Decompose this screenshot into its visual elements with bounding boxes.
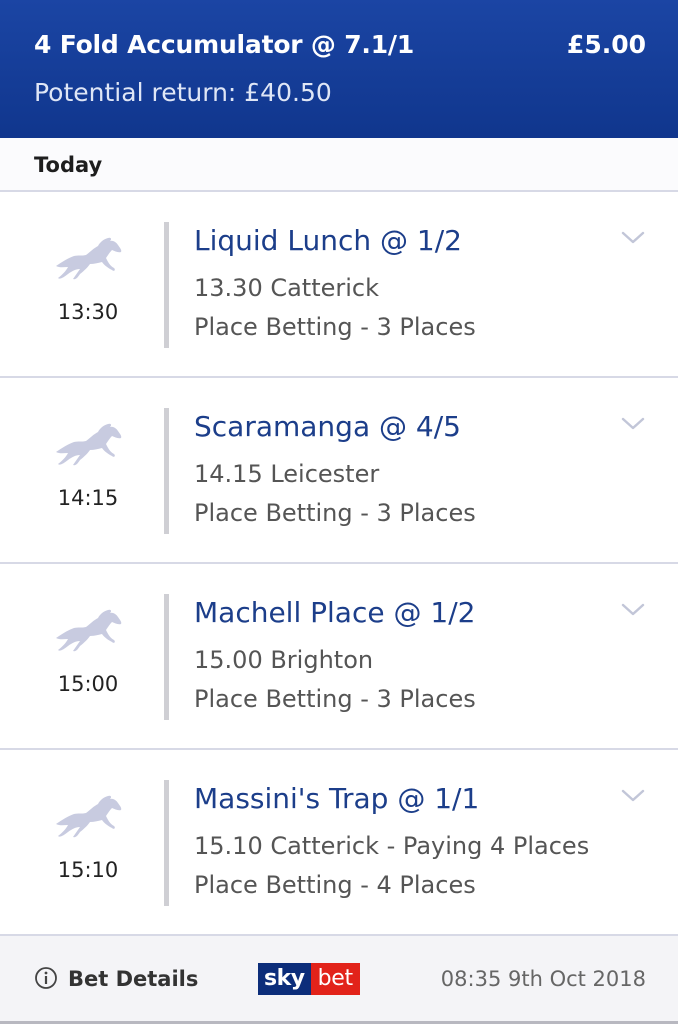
selection-market: Place Betting - 3 Places: [194, 499, 476, 527]
bet-header: 4 Fold Accumulator @ 7.1/1 £5.00 Potenti…: [0, 0, 678, 138]
logo-bet-text: bet: [310, 963, 360, 995]
selection-market: Place Betting - 3 Places: [194, 313, 476, 341]
skybet-logo: sky bet: [258, 963, 360, 995]
selection-name: Liquid Lunch @ 1/2: [194, 224, 462, 257]
day-bar: Today: [0, 138, 678, 192]
selection-market: Place Betting - 3 Places: [194, 685, 476, 713]
selection-divider: [164, 780, 169, 906]
selection-market: Place Betting - 4 Places: [194, 871, 476, 899]
bet-details-link[interactable]: Bet Details: [68, 967, 198, 991]
logo-sky-text: sky: [258, 963, 311, 995]
bet-stake: £5.00: [566, 30, 646, 59]
chevron-down-icon[interactable]: [620, 230, 646, 246]
horse-racing-icon: [56, 237, 122, 280]
horse-racing-icon: [56, 423, 122, 466]
selection-divider: [164, 408, 169, 534]
selection-name: Massini's Trap @ 1/1: [194, 782, 480, 815]
selection-event: 13.30 Catterick: [194, 274, 380, 302]
selection-name: Scaramanga @ 4/5: [194, 410, 461, 443]
selection-item[interactable]: 14:15 Scaramanga @ 4/5 14.15 Leicester P…: [0, 378, 678, 564]
bet-title: 4 Fold Accumulator @ 7.1/1: [34, 30, 415, 59]
selection-divider: [164, 222, 169, 348]
bet-footer: Bet Details sky bet 08:35 9th Oct 2018: [0, 936, 678, 1024]
race-time: 13:30: [57, 300, 119, 324]
day-label: Today: [34, 153, 103, 177]
selection-divider: [164, 594, 169, 720]
selection-event: 15.10 Catterick - Paying 4 Places: [194, 832, 590, 860]
race-time: 14:15: [57, 486, 119, 510]
potential-return: Potential return: £40.50: [34, 78, 332, 107]
selection-event: 14.15 Leicester: [194, 460, 380, 488]
race-time: 15:00: [57, 672, 119, 696]
selection-list: 13:30 Liquid Lunch @ 1/2 13.30 Catterick…: [0, 192, 678, 936]
bet-timestamp: 08:35 9th Oct 2018: [440, 967, 646, 991]
selection-event: 15.00 Brighton: [194, 646, 374, 674]
horse-racing-icon: [56, 609, 122, 652]
selection-name: Machell Place @ 1/2: [194, 596, 476, 629]
race-time: 15:10: [57, 858, 119, 882]
chevron-down-icon[interactable]: [620, 788, 646, 804]
selection-item[interactable]: 13:30 Liquid Lunch @ 1/2 13.30 Catterick…: [0, 192, 678, 378]
selection-item[interactable]: 15:10 Massini's Trap @ 1/1 15.10 Catteri…: [0, 750, 678, 936]
horse-racing-icon: [56, 795, 122, 838]
selection-item[interactable]: 15:00 Machell Place @ 1/2 15.00 Brighton…: [0, 564, 678, 750]
info-icon[interactable]: [34, 966, 58, 990]
chevron-down-icon[interactable]: [620, 416, 646, 432]
chevron-down-icon[interactable]: [620, 602, 646, 618]
